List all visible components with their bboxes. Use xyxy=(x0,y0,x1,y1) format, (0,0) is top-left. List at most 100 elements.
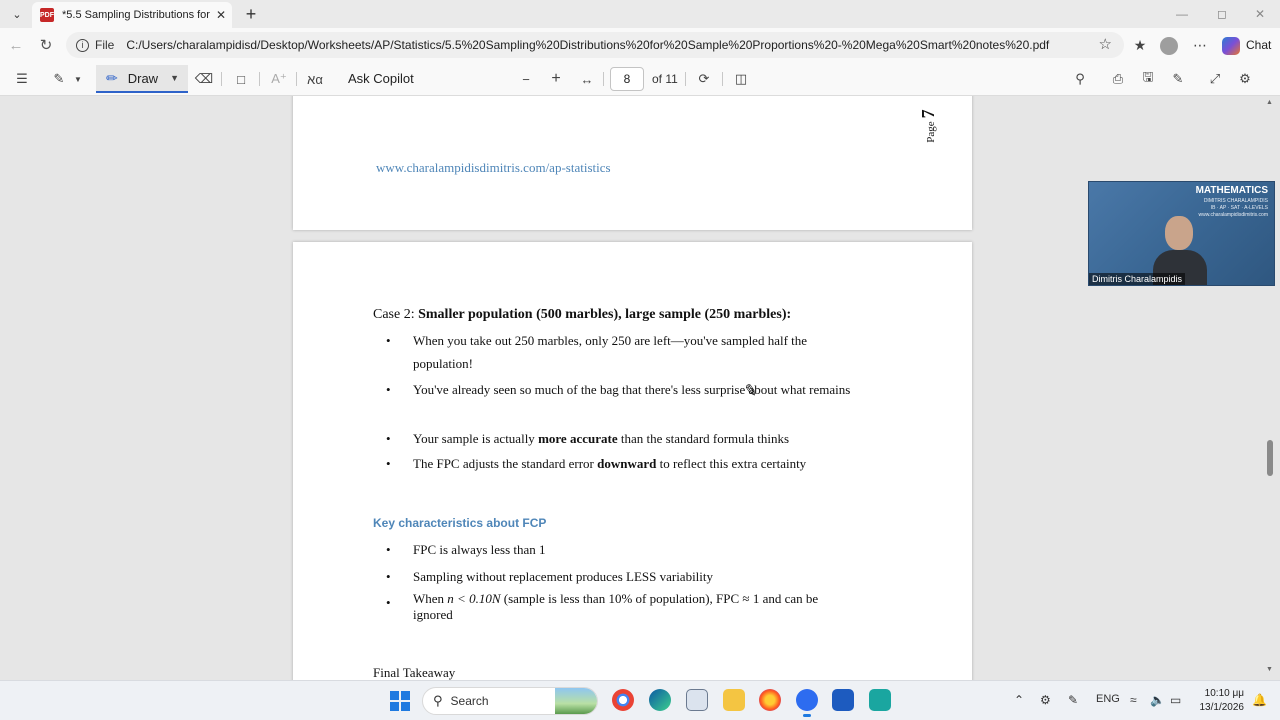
webcam-subtitle-line: IB · AP · SAT · A-LEVELS xyxy=(1210,205,1268,211)
page-word: Page xyxy=(925,121,937,143)
settings-gear-icon[interactable]: ⚙ xyxy=(1235,69,1255,89)
case2-bullet-3: Your sample is actually more accurate th… xyxy=(413,427,853,450)
tab-title: *5.5 Sampling Distributions for Sa xyxy=(62,9,210,21)
refresh-icon[interactable]: ↻ xyxy=(34,34,58,56)
favorite-star-icon[interactable]: ☆ xyxy=(1099,35,1112,53)
bullet-dot: • xyxy=(386,333,391,348)
bullet-text-after: to reflect this extra certainty xyxy=(656,456,807,471)
taskbar-search-label: Search xyxy=(450,694,489,708)
highlight-chevron-icon[interactable]: ▼ xyxy=(72,69,84,89)
save-icon[interactable]: 🖫 xyxy=(1138,69,1158,89)
zoom-out-icon[interactable]: − xyxy=(516,69,536,89)
fit-page-icon[interactable]: ↔ xyxy=(577,69,597,89)
maximize-icon[interactable]: ◻ xyxy=(1202,4,1242,24)
presenter-head xyxy=(1165,216,1193,250)
highlight-icon[interactable]: ✎ xyxy=(48,69,70,89)
bullet-text-bold: more accurate xyxy=(538,431,618,446)
bullet-dot: • xyxy=(386,382,391,397)
case-2-heading: Case 2: Smaller population (500 marbles)… xyxy=(373,307,791,323)
info-icon[interactable]: i xyxy=(76,38,89,52)
profile-avatar[interactable] xyxy=(1160,37,1178,55)
scroll-down-arrow-icon[interactable]: ▼ xyxy=(1266,666,1273,673)
system-clock[interactable]: 10:10 μμ 13/1/2026 xyxy=(1196,687,1245,715)
page-number-vertical: Page 7 xyxy=(918,106,958,146)
save-as-icon[interactable]: ✎ xyxy=(1168,69,1188,89)
page-view-icon[interactable]: ◫ xyxy=(731,69,751,89)
bullet-dot: • xyxy=(386,569,391,584)
edge-icon[interactable] xyxy=(649,689,671,711)
chat-button[interactable]: Chat xyxy=(1246,38,1271,52)
math-expression: n < 0.10N xyxy=(447,591,501,606)
scrollbar-thumb[interactable] xyxy=(1267,440,1273,476)
search-icon[interactable]: ⚲ xyxy=(1070,69,1090,89)
close-window-icon[interactable]: ✕ xyxy=(1240,4,1280,24)
page-number-value: 7 xyxy=(918,109,938,119)
pdf-toolbar: ☰ ✎ ▼ ✏ Draw ▼ ⌫ □ A⁺ אα Ask Copilot − +… xyxy=(0,62,1280,96)
presenter-name: Dimitris Charalampidis xyxy=(1089,273,1186,285)
draw-button[interactable]: ✏ Draw ▼ xyxy=(96,65,188,93)
volume-icon[interactable]: 🔈 xyxy=(1150,693,1165,707)
webcam-title: MATHEMATICS xyxy=(1195,185,1268,196)
ask-copilot-button[interactable]: Ask Copilot xyxy=(348,71,414,86)
zoom-in-icon[interactable]: + xyxy=(546,69,566,89)
add-text-icon[interactable]: □ xyxy=(230,69,252,89)
page-number-input[interactable]: 8 xyxy=(610,67,644,91)
fullscreen-icon[interactable]: ⤢ xyxy=(1205,69,1225,89)
total-pages-label: of 11 xyxy=(652,72,678,86)
url-text[interactable]: C:/Users/charalampidisd/Desktop/Workshee… xyxy=(126,38,1049,52)
translate-icon[interactable]: אα xyxy=(304,69,326,89)
website-link[interactable]: www.charalampidisdimitris.com/ap-statist… xyxy=(376,160,611,176)
bullet-text-after: than the standard formula thinks xyxy=(617,431,790,446)
address-field[interactable]: i File C:/Users/charalampidisd/Desktop/W… xyxy=(66,32,1124,58)
more-menu-icon[interactable]: ⋯ xyxy=(1188,34,1212,56)
language-indicator[interactable]: ENG xyxy=(1096,693,1120,705)
clock-time: 10:10 μμ xyxy=(1204,688,1244,699)
battery-icon[interactable]: ▭ xyxy=(1170,693,1181,707)
tab-actions-chevron-icon[interactable]: ⌄ xyxy=(6,4,28,24)
toolbar-divider xyxy=(259,72,260,86)
firefox-icon[interactable] xyxy=(759,689,781,711)
webcam-subtitle: DIMITRIS CHARALAMPIDIS IB · AP · SAT · A… xyxy=(1199,198,1268,219)
webcam-overlay[interactable]: MATHEMATICS DIMITRIS CHARALAMPIDIS IB · … xyxy=(1088,181,1275,286)
contents-list-icon[interactable]: ☰ xyxy=(12,69,32,89)
windows-start-icon[interactable] xyxy=(390,691,410,711)
case2-bullet-2: You've already seen so much of the bag t… xyxy=(413,382,851,397)
bullet-dot: • xyxy=(386,595,391,610)
network-status-icon[interactable]: ⚙ xyxy=(1040,693,1051,707)
bullet-dot: • xyxy=(386,456,391,471)
fpc-bullet-2: Sampling without replacement produces LE… xyxy=(413,569,714,584)
new-tab-plus-icon[interactable]: + xyxy=(240,3,262,25)
copilot-icon[interactable] xyxy=(1222,37,1240,55)
bullet-text-bold: downward xyxy=(597,456,657,471)
show-hidden-icons-chevron-icon[interactable]: ⌃ xyxy=(1014,693,1024,707)
draw-chevron-icon[interactable]: ▼ xyxy=(170,73,179,83)
pen-menu-icon[interactable]: ✎ xyxy=(1068,693,1078,707)
minimize-icon[interactable]: — xyxy=(1162,4,1202,24)
eraser-icon[interactable]: ⌫ xyxy=(194,69,214,89)
bullet-text-before: Your sample is actually xyxy=(413,431,539,446)
close-tab-icon[interactable]: ✕ xyxy=(216,8,226,22)
draw-pen-icon: ✏ xyxy=(106,69,118,86)
calculator-icon[interactable] xyxy=(869,689,891,711)
toolbar-divider xyxy=(722,72,723,86)
taskbar-search[interactable]: ⚲ Search xyxy=(422,687,598,715)
bullet-dot: • xyxy=(386,431,391,446)
read-aloud-icon[interactable]: A⁺ xyxy=(268,69,290,89)
favorites-list-icon[interactable]: ★ xyxy=(1128,34,1152,56)
file-explorer-icon[interactable] xyxy=(723,689,745,711)
wifi-icon[interactable]: ≈ xyxy=(1130,693,1137,707)
url-scheme-label: File xyxy=(95,38,115,52)
word-icon[interactable] xyxy=(832,689,854,711)
chrome-icon[interactable] xyxy=(612,689,634,711)
zoom-icon[interactable] xyxy=(796,689,818,717)
back-arrow-icon[interactable]: ← xyxy=(4,34,28,56)
draw-label: Draw xyxy=(127,70,159,86)
rotate-icon[interactable]: ⟳ xyxy=(694,69,714,89)
notifications-bell-icon[interactable]: 🔔 xyxy=(1252,693,1267,707)
print-icon[interactable]: ⎙ xyxy=(1108,69,1128,89)
browser-tab[interactable]: PDF *5.5 Sampling Distributions for Sa ✕ xyxy=(32,2,232,28)
case2-bullet-1: When you take out 250 marbles, only 250 … xyxy=(413,333,808,371)
clock-date: 13/1/2026 xyxy=(1199,702,1245,713)
scroll-up-arrow-icon[interactable]: ▲ xyxy=(1266,99,1273,106)
app-icon[interactable] xyxy=(686,689,708,711)
